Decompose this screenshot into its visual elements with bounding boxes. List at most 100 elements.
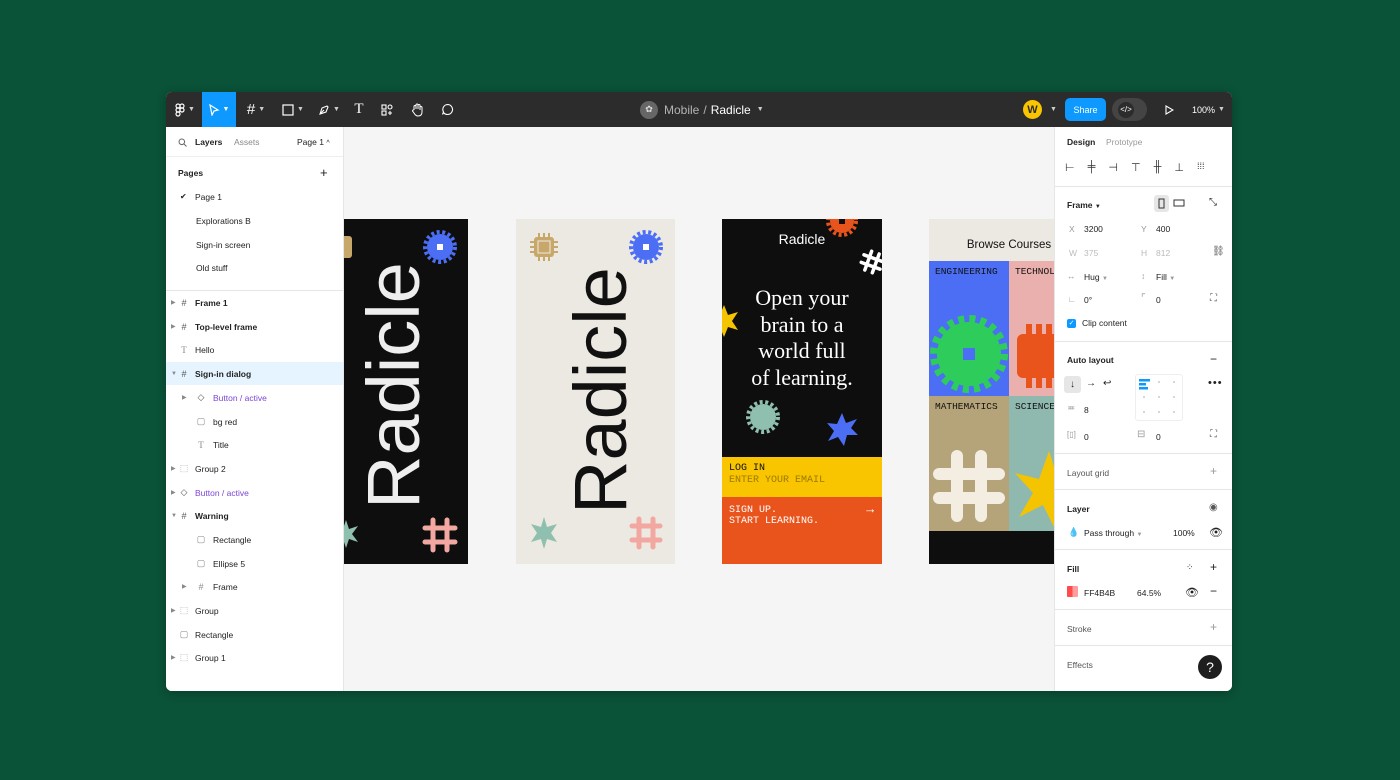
course-tile[interactable]: MATHEMATICS [929, 396, 1009, 531]
layer-opacity-input[interactable]: 100% [1173, 528, 1195, 538]
file-title[interactable]: ✿ Mobile / Radicle ▼ [640, 92, 764, 127]
zoom-control[interactable]: 100% ▼ [1192, 92, 1225, 127]
align-top-icon[interactable]: ⊤ [1131, 161, 1141, 174]
w-input[interactable]: 375 [1084, 248, 1098, 258]
mobile-frame-1[interactable]: Radicle [344, 219, 468, 564]
constrain-proportions-icon[interactable]: ⛓ [1212, 246, 1225, 257]
resize-to-fit-icon[interactable]: ⤡ [1209, 197, 1217, 208]
resources-button[interactable] [378, 92, 396, 127]
page-item[interactable]: ✔ Page 1 [166, 185, 343, 208]
mobile-frame-signin[interactable]: Radicle Open your brain to a world full … [722, 219, 882, 564]
present-button[interactable] [1162, 92, 1176, 127]
login-panel[interactable]: LOG IN ENTER YOUR EMAIL [722, 457, 882, 497]
independent-corners-icon[interactable]: ⛶ [1210, 293, 1217, 304]
chevron-down-icon[interactable]: ▼ [1050, 106, 1057, 113]
page-item[interactable]: Explorations B [166, 209, 343, 232]
frame-tool-button[interactable]: # ▼ [241, 92, 271, 127]
fill-swatch[interactable] [1067, 586, 1078, 597]
layer-row[interactable]: ▶ # Top-level frame [166, 315, 343, 338]
vertical-padding-input[interactable]: 0 [1156, 432, 1161, 442]
page-item[interactable]: Sign-in screen [166, 233, 343, 256]
hand-tool-button[interactable] [408, 92, 426, 127]
radius-input[interactable]: 0 [1156, 295, 1161, 305]
expand-icon[interactable]: ▶ [171, 654, 176, 661]
layer-row[interactable]: ▶ # Frame [166, 575, 343, 598]
shape-tool-button[interactable]: ▼ [278, 92, 308, 127]
text-tool-button[interactable]: T [350, 92, 368, 127]
course-tile[interactable]: ENGINEERING [929, 261, 1009, 396]
add-layout-grid-icon[interactable]: + [1210, 464, 1217, 478]
wrap-button[interactable]: ↩ [1103, 378, 1111, 389]
alignment-grid[interactable] [1135, 374, 1183, 421]
h-input[interactable]: 812 [1156, 248, 1170, 258]
fill-hex-input[interactable]: FF4B4B [1084, 588, 1115, 598]
course-tile[interactable]: SCIENCE [1009, 396, 1054, 531]
frame-section-title[interactable]: Frame ▼ [1067, 200, 1101, 210]
email-field[interactable]: ENTER YOUR EMAIL [729, 475, 882, 486]
mobile-frame-2[interactable]: Radicle [516, 219, 675, 564]
page-item[interactable]: Old stuff [166, 256, 343, 279]
layer-row[interactable]: ▶ # Frame 1 [166, 291, 343, 314]
add-fill-icon[interactable]: + [1210, 560, 1217, 574]
layer-row[interactable]: ▶ ◇ Button / active [166, 481, 343, 504]
search-icon[interactable] [178, 138, 187, 147]
comment-tool-button[interactable] [438, 92, 456, 127]
signup-button[interactable]: SIGN UP. START LEARNING. → [722, 497, 882, 564]
add-page-icon[interactable]: + [320, 165, 328, 180]
remove-fill-icon[interactable]: − [1210, 584, 1217, 598]
distribute-icon[interactable]: ⁞⁞⁞ [1197, 161, 1205, 174]
tab-layers[interactable]: Layers [195, 137, 222, 147]
mobile-frame-courses[interactable]: Browse Courses ENGINEERING TECHNOL MATHE… [929, 219, 1054, 564]
remove-auto-layout-icon[interactable]: − [1210, 352, 1217, 366]
expand-icon[interactable]: ▶ [171, 489, 176, 496]
individual-padding-icon[interactable]: ⛶ [1210, 429, 1217, 440]
layer-row[interactable]: ▶ ◇ Button / active [166, 386, 343, 409]
collapse-icon[interactable]: ▼ [171, 371, 177, 377]
help-button[interactable]: ? [1198, 655, 1222, 679]
eye-icon[interactable]: 👁 [1209, 526, 1223, 539]
align-middle-v-icon[interactable]: ╫ [1154, 161, 1162, 174]
avatar[interactable]: W [1023, 100, 1042, 119]
layer-row[interactable]: T Hello [166, 338, 343, 361]
course-tile[interactable]: TECHNOL [1009, 261, 1054, 396]
fill-opacity-input[interactable]: 64.5% [1137, 588, 1161, 598]
direction-vertical-button[interactable]: ↓ [1064, 376, 1081, 393]
add-stroke-icon[interactable]: + [1210, 620, 1217, 634]
expand-icon[interactable]: ▶ [171, 299, 176, 306]
dev-mode-toggle[interactable]: </> [1112, 98, 1147, 121]
more-options-icon[interactable]: ••• [1208, 377, 1223, 389]
pen-tool-button[interactable]: ▼ [314, 92, 344, 127]
expand-icon[interactable]: ▶ [182, 583, 187, 590]
layer-row[interactable]: ▶ ⬚ Group 2 [166, 457, 343, 480]
layer-row[interactable]: ▢ bg red [166, 410, 343, 433]
styles-icon[interactable]: ⁘ [1186, 562, 1194, 573]
gap-input[interactable]: 8 [1084, 405, 1089, 415]
layer-row[interactable]: ▶ ⬚ Group 1 [166, 646, 343, 669]
tab-design[interactable]: Design [1067, 137, 1095, 147]
rotation-input[interactable]: 0° [1084, 295, 1092, 305]
layer-row-selected[interactable]: ▼ # Sign-in dialog [166, 362, 343, 385]
page-selector[interactable]: Page 1 ^ [297, 137, 330, 147]
share-button[interactable]: Share [1065, 98, 1106, 121]
direction-horizontal-button[interactable]: → [1086, 378, 1096, 389]
x-input[interactable]: 3200 [1084, 224, 1103, 234]
mode-toggle-icon[interactable]: ◉ [1209, 502, 1218, 513]
align-bottom-icon[interactable]: ⊥ [1174, 161, 1184, 174]
collapse-icon[interactable]: ▼ [171, 513, 177, 519]
portrait-toggle[interactable] [1154, 195, 1169, 212]
tab-assets[interactable]: Assets [234, 137, 260, 147]
eye-icon[interactable]: 👁 [1185, 586, 1199, 599]
expand-icon[interactable]: ▶ [171, 607, 176, 614]
align-left-icon[interactable]: ⊢ [1065, 161, 1075, 174]
canvas[interactable]: Radicle Radicle Radicle Open your brain … [344, 127, 1054, 691]
layer-row[interactable]: ▼ # Warning [166, 504, 343, 527]
layer-row[interactable]: ▢ Rectangle [166, 528, 343, 551]
fill-dropdown[interactable]: Fill ▼ [1156, 272, 1175, 282]
layer-row[interactable]: ▢ Ellipse 5 [166, 552, 343, 575]
align-center-h-icon[interactable]: ╪ [1088, 161, 1096, 174]
layer-row[interactable]: ▶ ⬚ Group [166, 599, 343, 622]
landscape-toggle[interactable] [1173, 199, 1185, 209]
align-right-icon[interactable]: ⊣ [1108, 161, 1118, 174]
expand-icon[interactable]: ▶ [171, 323, 176, 330]
hug-dropdown[interactable]: Hug ▼ [1084, 272, 1108, 282]
